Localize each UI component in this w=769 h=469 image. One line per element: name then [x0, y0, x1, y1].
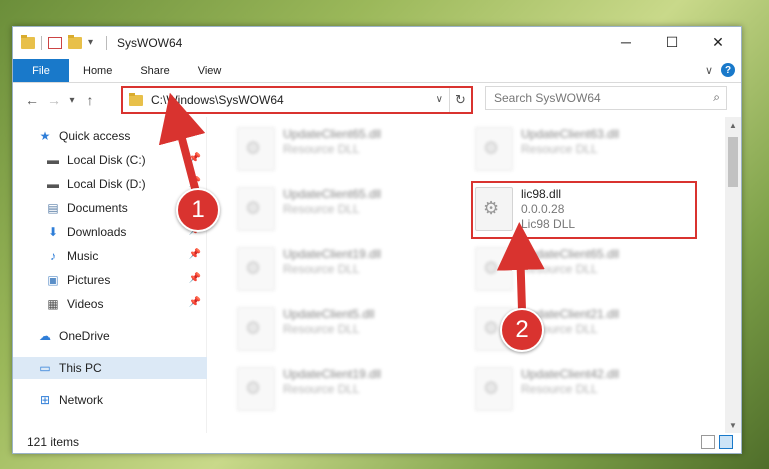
- annotation-arrows: [158, 92, 545, 311]
- callout-step-2: 2: [500, 308, 544, 352]
- arrow-to-address-bar: [158, 92, 206, 194]
- arrow-to-file: [496, 222, 545, 311]
- callout-step-1: 1: [176, 188, 220, 232]
